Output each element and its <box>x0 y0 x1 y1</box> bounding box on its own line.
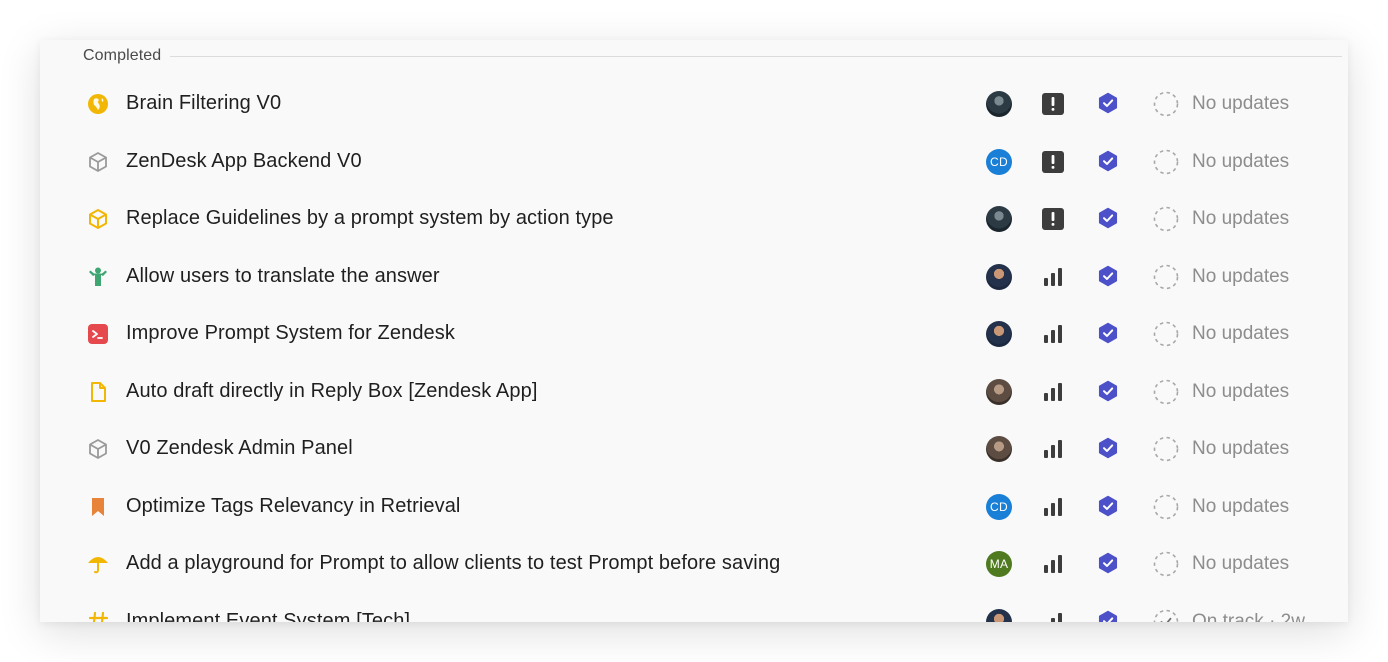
completed-icon[interactable] <box>1097 207 1119 229</box>
project-title[interactable]: Add a playground for Prompt to allow cli… <box>126 552 780 575</box>
signal-bars-icon[interactable] <box>1042 611 1064 622</box>
project-row[interactable]: Brain Filtering V0 No updates <box>40 75 1348 133</box>
project-title[interactable]: V0 Zendesk Admin Panel <box>126 437 353 460</box>
dashed-circle-icon <box>1153 264 1179 290</box>
project-title[interactable]: Auto draft directly in Reply Box [Zendes… <box>126 380 537 403</box>
project-row[interactable]: Implement Event System [Tech] On track · … <box>40 593 1348 623</box>
gray-cube-icon[interactable] <box>87 438 109 460</box>
lead-avatar[interactable] <box>986 321 1012 347</box>
section-divider <box>170 55 1342 57</box>
project-title[interactable]: Replace Guidelines by a prompt system by… <box>126 207 614 230</box>
project-health[interactable]: No updates <box>1153 149 1289 175</box>
lead-avatar[interactable]: CD <box>986 148 1012 175</box>
project-health[interactable]: On track · 2w <box>1153 609 1305 623</box>
project-row[interactable]: Auto draft directly in Reply Box [Zendes… <box>40 363 1348 421</box>
project-row[interactable]: Improve Prompt System for Zendesk No upda… <box>40 305 1348 363</box>
avatar-initials: CD <box>990 154 1008 169</box>
project-row[interactable]: V0 Zendesk Admin Panel No updates <box>40 420 1348 478</box>
section-label: Completed <box>83 47 162 64</box>
yellow-hash-icon[interactable] <box>87 611 109 622</box>
signal-bars-icon[interactable] <box>1042 323 1064 345</box>
avatar-initials: MA <box>989 557 1009 571</box>
project-health[interactable]: No updates <box>1153 436 1289 462</box>
project-row[interactable]: ZenDesk App Backend V0 CD No updates <box>40 133 1348 191</box>
project-row[interactable]: Replace Guidelines by a prompt system by… <box>40 190 1348 248</box>
project-health[interactable]: No updates <box>1153 91 1289 117</box>
project-row[interactable]: Optimize Tags Relevancy in Retrieval CD No… <box>40 478 1348 536</box>
health-label: On track · 2w <box>1192 610 1305 623</box>
health-label: No updates <box>1192 150 1290 172</box>
project-health[interactable]: No updates <box>1153 494 1289 520</box>
lead-avatar[interactable] <box>986 263 1012 290</box>
on-track-icon <box>1153 609 1179 622</box>
completed-icon[interactable] <box>1097 437 1119 459</box>
lead-avatar[interactable]: CD <box>986 493 1012 520</box>
project-title[interactable]: Implement Event System [Tech] <box>126 610 410 623</box>
completed-section-header[interactable]: Completed <box>83 46 1342 66</box>
dashed-circle-icon <box>1153 494 1179 520</box>
yellow-globe-icon[interactable] <box>87 93 109 115</box>
health-label: No updates <box>1192 495 1290 517</box>
dashed-circle-icon <box>1153 379 1179 405</box>
completed-icon[interactable] <box>1097 265 1119 287</box>
project-health[interactable]: No updates <box>1153 379 1289 405</box>
completed-icon[interactable] <box>1097 552 1119 574</box>
project-row[interactable]: Add a playground for Prompt to allow cli… <box>40 535 1348 593</box>
signal-bars-icon[interactable] <box>1042 438 1064 460</box>
project-health[interactable]: No updates <box>1153 206 1289 232</box>
avatar-initials: CD <box>990 499 1008 514</box>
dashed-circle-icon <box>1153 206 1179 232</box>
completed-icon[interactable] <box>1097 322 1119 344</box>
projects-list-window: Completed Brain Filtering V0 No updates Ze… <box>40 40 1348 622</box>
completed-icon[interactable] <box>1097 150 1119 172</box>
dashed-circle-icon <box>1153 91 1179 117</box>
completed-icon[interactable] <box>1097 610 1119 622</box>
urgent-icon[interactable] <box>1042 208 1064 230</box>
urgent-icon[interactable] <box>1042 150 1064 173</box>
lead-avatar[interactable] <box>986 378 1012 405</box>
yellow-cube-icon[interactable] <box>87 208 109 230</box>
yellow-document-icon[interactable] <box>87 381 109 403</box>
health-label: No updates <box>1192 323 1290 344</box>
health-label: No updates <box>1192 438 1290 459</box>
signal-bars-icon[interactable] <box>1042 553 1064 575</box>
health-label: No updates <box>1192 265 1290 287</box>
gray-cube-icon[interactable] <box>87 151 109 173</box>
health-label: No updates <box>1192 380 1290 402</box>
lead-avatar[interactable] <box>986 206 1012 232</box>
project-row[interactable]: Allow users to translate the answer No up… <box>40 248 1348 306</box>
lead-avatar[interactable] <box>986 608 1012 622</box>
dashed-circle-icon <box>1153 436 1179 462</box>
health-label: No updates <box>1192 208 1290 229</box>
signal-bars-icon[interactable] <box>1042 381 1064 403</box>
lead-avatar[interactable] <box>986 91 1012 117</box>
signal-bars-icon[interactable] <box>1042 266 1064 288</box>
health-label: No updates <box>1192 553 1290 574</box>
signal-bars-icon[interactable] <box>1042 496 1064 518</box>
project-title[interactable]: Brain Filtering V0 <box>126 92 281 115</box>
dashed-circle-icon <box>1153 149 1179 175</box>
health-label: No updates <box>1192 93 1290 114</box>
orange-bookmark-icon[interactable] <box>87 496 109 518</box>
green-person-icon[interactable] <box>87 266 109 288</box>
project-title[interactable]: Improve Prompt System for Zendesk <box>126 322 455 345</box>
project-health[interactable]: No updates <box>1153 321 1289 347</box>
urgent-icon[interactable] <box>1042 93 1064 115</box>
completed-icon[interactable] <box>1097 380 1119 402</box>
dashed-circle-icon <box>1153 551 1179 577</box>
yellow-umbrella-icon[interactable] <box>87 553 109 575</box>
lead-avatar[interactable] <box>986 436 1012 462</box>
project-health[interactable]: No updates <box>1153 264 1289 290</box>
lead-avatar[interactable]: MA <box>986 551 1012 577</box>
completed-icon[interactable] <box>1097 495 1119 517</box>
project-title[interactable]: Allow users to translate the answer <box>126 265 440 288</box>
project-rows: Brain Filtering V0 No updates ZenDesk App … <box>40 75 1348 622</box>
red-terminal-icon[interactable] <box>87 323 109 345</box>
dashed-circle-icon <box>1153 321 1179 347</box>
completed-icon[interactable] <box>1097 92 1119 114</box>
project-title[interactable]: ZenDesk App Backend V0 <box>126 150 362 173</box>
project-title[interactable]: Optimize Tags Relevancy in Retrieval <box>126 495 460 518</box>
project-health[interactable]: No updates <box>1153 551 1289 577</box>
